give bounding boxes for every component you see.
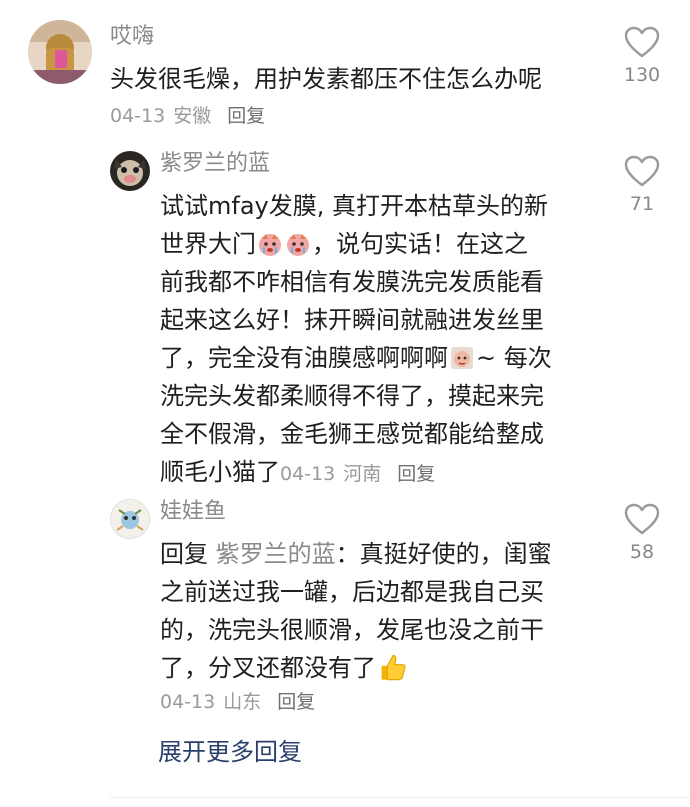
comment-author[interactable]: 紫罗兰的蓝 xyxy=(160,151,270,177)
comment-location: 河南 xyxy=(343,463,382,485)
text-line: 世界大门 ，说句实话！在这之 xyxy=(160,225,600,263)
comment-meta: 04-13 安徽 回复 xyxy=(110,101,273,128)
heart-icon xyxy=(624,155,660,187)
comment-date: 04-13 xyxy=(280,463,336,485)
avatar[interactable] xyxy=(110,151,150,191)
heart-icon xyxy=(624,26,660,58)
like-count: 58 xyxy=(629,541,655,563)
face-emoji-icon xyxy=(451,347,473,369)
reply-target-user[interactable]: 紫罗兰的蓝 xyxy=(216,540,336,568)
text-line: 起来这么好！抹开瞬间就融进发丝里 xyxy=(160,306,544,334)
text-segment: 顺毛小猫了 xyxy=(160,458,280,486)
text-segment: ，说句实话！在这之 xyxy=(312,230,528,258)
text-line: 全不假滑，金毛狮王感觉都能给整成 xyxy=(160,420,544,448)
reply-button[interactable]: 回复 xyxy=(227,105,265,127)
comment-location: 山东 xyxy=(223,691,262,713)
crying-face-emoji-icon xyxy=(287,234,309,256)
comment-author[interactable]: 哎嗨 xyxy=(110,24,154,50)
comment-date: 04-13 xyxy=(160,691,216,713)
avatar-image xyxy=(111,500,149,538)
comment-text: 回复 紫罗兰的蓝：真挺好使的，闺蜜 之前送过我一罐，后边都是我自己买 的，洗完头… xyxy=(160,535,600,687)
reply-button[interactable]: 回复 xyxy=(397,463,435,485)
crying-face-emoji-icon xyxy=(259,234,281,256)
comment-meta: 04-13 河南 回复 xyxy=(280,463,443,485)
reply-prefix: 回复 xyxy=(160,540,208,568)
text-segment: 了，分叉还都没有了 xyxy=(160,654,376,682)
text-line: 的，洗完头很顺滑，发尾也没之前干 xyxy=(160,616,544,644)
text-segment: ~ 每次 xyxy=(476,344,552,372)
avatar-image xyxy=(110,151,150,191)
avatar-image xyxy=(28,20,92,84)
like-button[interactable]: 71 xyxy=(612,155,672,215)
comment-text: 头发很毛燥，用护发素都压不住怎么办呢 xyxy=(110,65,542,93)
comment-text: 试试mfay发膜, 真打开本枯草头的新 世界大门 ，说句实话！在这之 前我都不咋相… xyxy=(160,187,600,493)
reply-button[interactable]: 回复 xyxy=(277,691,315,713)
like-count: 71 xyxy=(629,193,655,215)
text-line: 之前送过我一罐，后边都是我自己买 xyxy=(160,578,544,606)
text-line: 前我都不咋相信有发膜洗完发质能看 xyxy=(160,268,544,296)
text-line: 试试mfay发膜, 真打开本枯草头的新 xyxy=(160,192,548,220)
avatar[interactable] xyxy=(28,20,92,84)
heart-icon xyxy=(624,503,660,535)
comment-author[interactable]: 娃娃鱼 xyxy=(160,499,226,525)
text-line: 顺毛小猫了04-13 河南 回复 xyxy=(160,453,600,493)
text-line: 回复 紫罗兰的蓝：真挺好使的，闺蜜 xyxy=(160,535,600,573)
comment-location: 安徽 xyxy=(173,105,212,127)
like-button[interactable]: 58 xyxy=(612,503,672,563)
text-segment: 世界大门 xyxy=(160,230,256,258)
avatar[interactable] xyxy=(110,499,150,539)
like-button[interactable]: 130 xyxy=(612,26,672,86)
expand-more-replies-link[interactable]: 展开更多回复 xyxy=(158,732,302,767)
comment-meta: 04-13 山东 回复 xyxy=(160,687,323,714)
divider xyxy=(110,797,690,798)
text-line: 了，完全没有油膜感啊啊啊 ~ 每次 xyxy=(160,339,600,377)
text-line: 了，分叉还都没有了 xyxy=(160,649,600,687)
text-segment: 了，完全没有油膜感啊啊啊 xyxy=(160,344,448,372)
text-segment: ：真挺好使的，闺蜜 xyxy=(335,540,552,568)
comment-date: 04-13 xyxy=(110,105,166,127)
thumbs-up-emoji-icon xyxy=(381,654,406,681)
like-count: 130 xyxy=(623,64,661,86)
text-line: 洗完头发都柔顺得不得了，摸起来完 xyxy=(160,382,544,410)
